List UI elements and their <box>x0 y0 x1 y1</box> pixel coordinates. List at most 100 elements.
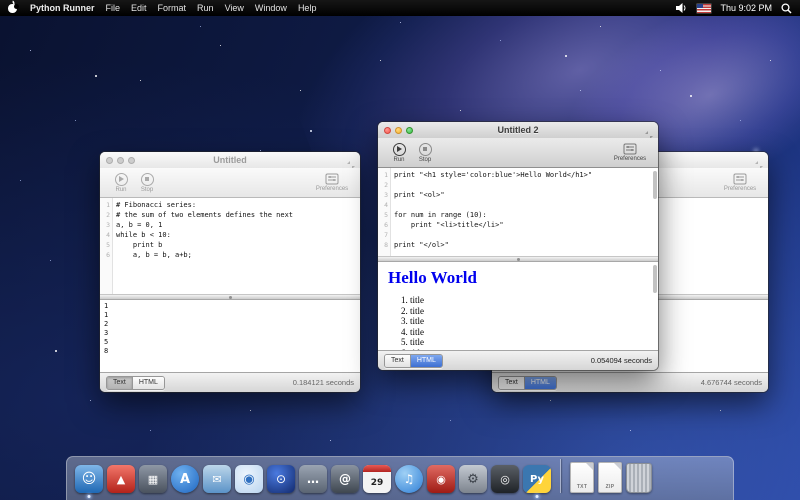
code-line: while b < 10: <box>116 230 360 240</box>
html-mode-button[interactable]: HTML <box>524 377 556 389</box>
code-editor[interactable]: 1 2 3 4 5 6 7 8 print "<h1 style='color:… <box>378 168 658 256</box>
stop-button[interactable]: Stop <box>412 143 438 163</box>
status-bar: Text HTML 0.184121 seconds <box>100 372 360 392</box>
dock-icon-network-globe[interactable]: ⊙ <box>267 465 295 493</box>
stop-button[interactable]: Stop <box>134 173 160 193</box>
us-flag-input-source-icon[interactable] <box>697 4 711 13</box>
running-indicator <box>88 495 91 498</box>
dock-icon-photo-booth[interactable]: ◉ <box>427 465 455 493</box>
html-mode-button[interactable]: HTML <box>410 355 442 367</box>
dock-icon-rocket[interactable]: ▲ <box>107 465 135 493</box>
apple-logo-icon <box>8 4 17 13</box>
code-editor[interactable]: 1 2 3 4 5 6 # Fibonacci series: # the su… <box>100 198 360 294</box>
close-button[interactable] <box>106 157 113 164</box>
zoom-button[interactable] <box>406 127 413 134</box>
preferences-button[interactable]: Preferences <box>312 173 352 192</box>
dock-icon-mail[interactable]: ✉ <box>203 465 231 493</box>
preferences-button[interactable]: Preferences <box>610 143 650 162</box>
code-line <box>394 180 658 190</box>
code-line: print "</ol>" <box>394 240 658 250</box>
list-item: title <box>410 337 648 348</box>
run-button[interactable]: Run <box>386 143 412 163</box>
scrollbar-thumb[interactable] <box>653 171 657 199</box>
apple-menu[interactable] <box>8 2 19 14</box>
html-mode-button[interactable]: HTML <box>132 377 164 389</box>
code-line: print "<ol>" <box>394 190 658 200</box>
scrollbar-thumb[interactable] <box>653 265 657 293</box>
list-item: title <box>410 295 648 306</box>
at-sign-icon: @ <box>331 465 359 493</box>
dock-icon-trash[interactable] <box>626 463 652 493</box>
run-icon <box>115 173 128 186</box>
title-bar[interactable]: Untitled 2 <box>378 122 658 138</box>
list-item: title <box>410 348 648 351</box>
zoom-button[interactable] <box>128 157 135 164</box>
list-item: title <box>410 316 648 327</box>
dock-icon-finder[interactable]: ☺ <box>75 465 103 493</box>
code-line: a, b = b, a+b; <box>116 250 360 260</box>
preferences-label: Preferences <box>614 156 646 162</box>
dock-icon-itunes[interactable]: ♫ <box>395 465 423 493</box>
dock-icon-mission-control[interactable]: ▦ <box>139 465 167 493</box>
menu-help[interactable]: Help <box>298 3 317 13</box>
menu-app-name[interactable]: Python Runner <box>30 3 95 13</box>
minimize-button[interactable] <box>395 127 402 134</box>
menu-run[interactable]: Run <box>197 3 214 13</box>
minimize-button[interactable] <box>117 157 124 164</box>
run-button[interactable]: Run <box>108 173 134 193</box>
dock-icon-app-store[interactable]: A <box>171 465 199 493</box>
camera-icon: ◎ <box>491 465 519 493</box>
run-label: Run <box>115 187 126 193</box>
code-lines: # Fibonacci series: # the sum of two ele… <box>113 198 360 294</box>
dock-icon-camera[interactable]: ◎ <box>491 465 519 493</box>
output-line: 2 <box>104 320 356 329</box>
window-title: Untitled <box>100 155 360 165</box>
text-mode-button[interactable]: Text <box>107 377 132 389</box>
output-pane[interactable]: 1 1 2 3 5 8 <box>100 300 360 372</box>
text-mode-button[interactable]: Text <box>499 377 524 389</box>
menu-file[interactable]: File <box>106 3 121 13</box>
dock-icon-safari[interactable]: ◉ <box>235 465 263 493</box>
fullscreen-icon[interactable] <box>645 126 653 134</box>
close-button[interactable] <box>384 127 391 134</box>
title-bar[interactable]: Untitled <box>100 152 360 168</box>
dock-icon-txt-file[interactable]: TXT <box>570 462 594 493</box>
calendar-icon: 29 <box>363 465 391 493</box>
stop-icon <box>419 143 432 156</box>
dock-icon-python-runner[interactable]: Py <box>523 465 551 493</box>
safari-compass-icon: ◉ <box>235 465 263 493</box>
code-line: print "<h1 style='color:blue'>Hello Worl… <box>394 170 658 180</box>
html-output-pane[interactable]: Hello World title title title title titl… <box>378 262 658 350</box>
status-bar: Text HTML 0.054094 seconds <box>378 350 658 370</box>
preferences-label: Preferences <box>316 186 348 192</box>
running-indicator <box>536 495 539 498</box>
menu-view[interactable]: View <box>225 3 244 13</box>
trash-icon <box>626 463 652 493</box>
preferences-button[interactable]: Preferences <box>720 173 760 192</box>
dock-icon-calendar[interactable]: 29 <box>363 465 391 493</box>
text-mode-button[interactable]: Text <box>385 355 410 367</box>
dock-icon-chat[interactable]: … <box>299 465 327 493</box>
dock-icon-contacts[interactable]: @ <box>331 465 359 493</box>
stop-label: Stop <box>419 157 431 163</box>
splitter-grip-icon <box>229 296 232 299</box>
spotlight-icon[interactable] <box>781 3 792 14</box>
menu-window[interactable]: Window <box>255 3 287 13</box>
preferences-icon <box>325 173 339 185</box>
mail-icon: ✉ <box>203 465 231 493</box>
window-untitled: Untitled Run Stop Preferences 1 2 3 4 5 … <box>100 152 360 392</box>
mission-control-icon: ▦ <box>139 465 167 493</box>
dock-icon-system-preferences[interactable]: ⚙ <box>459 465 487 493</box>
fullscreen-icon[interactable] <box>755 156 763 164</box>
menu-format[interactable]: Format <box>158 3 187 13</box>
menu-edit[interactable]: Edit <box>131 3 147 13</box>
list-item: title <box>410 327 648 338</box>
music-note-icon: ♫ <box>395 465 423 493</box>
menu-clock[interactable]: Thu 9:02 PM <box>720 3 772 13</box>
fullscreen-icon[interactable] <box>347 156 355 164</box>
volume-icon[interactable] <box>676 3 688 13</box>
dock-separator <box>560 459 561 493</box>
status-bar: Text HTML 4.676744 seconds <box>492 372 768 392</box>
code-line: print "<li>title</li>" <box>394 220 658 230</box>
dock-icon-zip-file[interactable]: ZIP <box>598 462 622 493</box>
